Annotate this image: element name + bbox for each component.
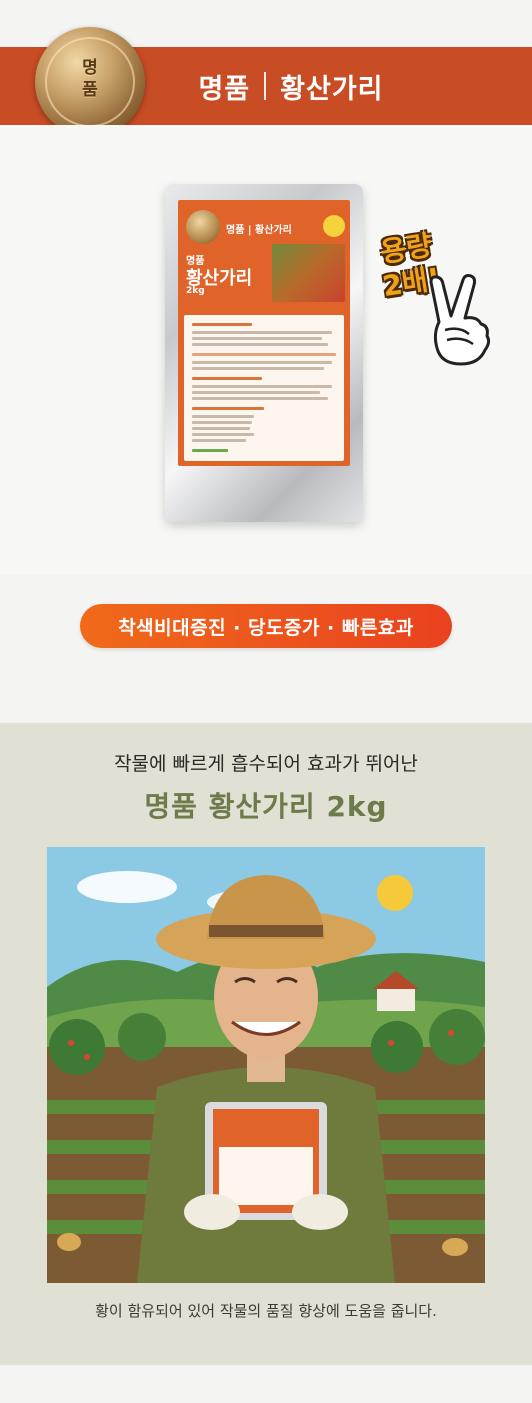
product-bag-label: 명품 | 황산가리 명품 황산가리 2kg [178,200,350,466]
label-medal-icon [186,210,220,244]
features-pill: 착색비대증진 · 당도증가 · 빠른효과 [80,604,452,648]
title-product: 황산가리 [280,73,384,105]
medal-text: 명 품 [82,58,98,100]
title-divider [264,72,267,100]
farmer-illustration [47,847,485,1283]
gold-medal-icon: 명 품 [35,27,145,137]
sun-icon [377,875,413,911]
section-headline: 명품 황산가리 2kg [144,790,388,823]
label-info-panel [184,315,344,461]
label-crop-photo [272,244,345,302]
victory-hand-icon [429,274,491,366]
farmer-scene-svg [47,847,485,1283]
title-prefix: 명품 [198,73,251,105]
label-badge-icon [323,215,345,237]
label-brand: 명품 | 황산가리 [226,225,292,236]
section-caption: 황이 함유되어 있어 작물의 품질 향상에 도움을 줍니다. [95,1302,437,1320]
section-lead: 작물에 빠르게 흡수되어 효과가 뛰어난 [114,753,418,775]
label-weight: 2kg [186,286,205,296]
